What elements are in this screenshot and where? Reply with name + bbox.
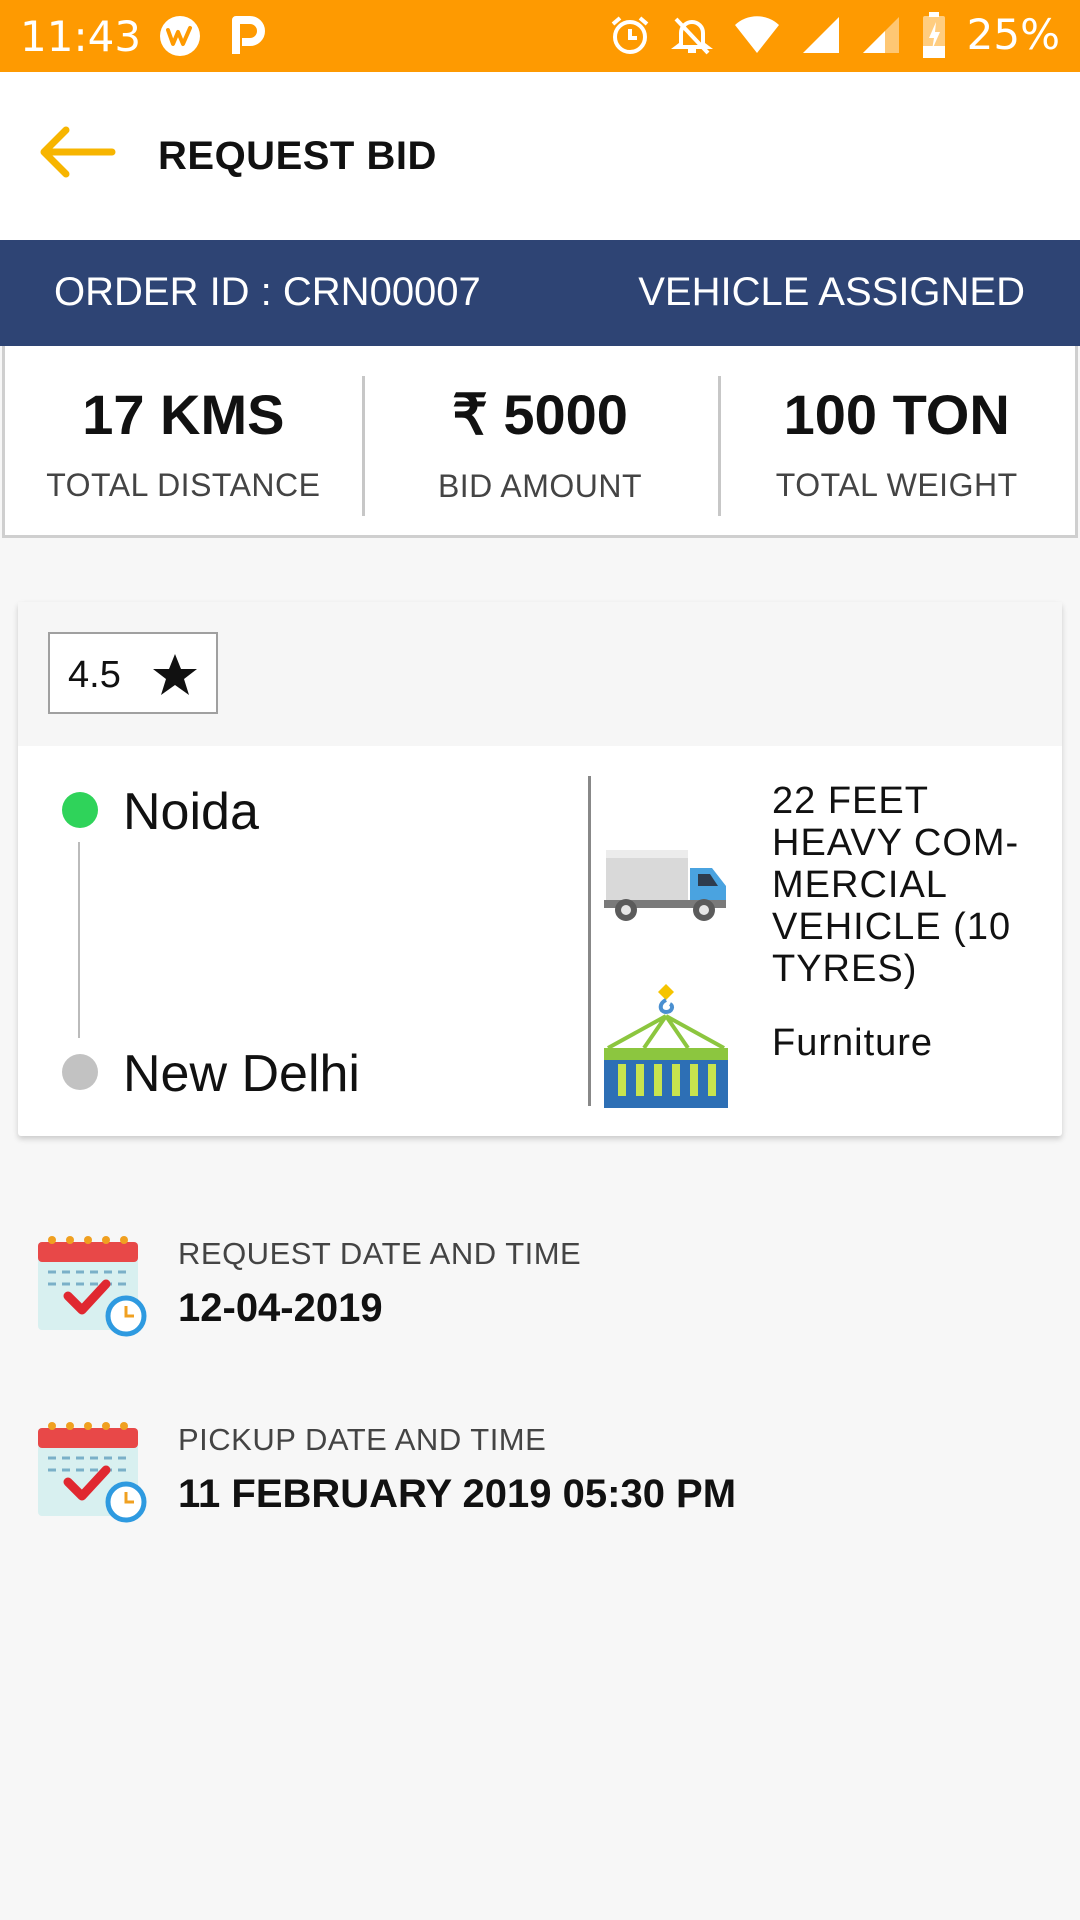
date-label: REQUEST DATE AND TIME (178, 1236, 582, 1271)
app-bar: REQUEST BID (0, 72, 1080, 240)
stat-total-weight: 100 TON TOTAL WEIGHT (718, 346, 1075, 535)
order-detail-card[interactable]: 4.5 Noida New Delhi 22 FEET HEAVY COM- M… (18, 602, 1062, 1136)
order-stats: 17 KMS TOTAL DISTANCE ₹ 5000 BID AMOUNT … (2, 346, 1078, 538)
status-time: 11:43 (20, 12, 142, 61)
stat-label: BID AMOUNT (437, 468, 643, 504)
vehicle-type-line: HEAVY COM- (772, 822, 1020, 864)
rating-badge: 4.5 (48, 632, 218, 714)
status-bar: 11:43 25% (0, 0, 1080, 72)
destination-city: New Delhi (123, 1045, 360, 1103)
origin-dot (62, 792, 98, 828)
alarm-icon (611, 15, 648, 54)
destination-dot (62, 1054, 98, 1090)
app-p-icon (224, 14, 268, 58)
back-button[interactable] (36, 122, 120, 182)
battery-percent: 25% (966, 10, 1060, 59)
card-divider (588, 776, 591, 1106)
goods-type: Furniture (772, 1022, 934, 1064)
vehicle-type: 22 FEET HEAVY COM- MERCIAL VEHICLE (10 T… (772, 780, 1042, 990)
vehicle-type-line: VEHICLE (10 (772, 906, 1012, 948)
signal-icon (802, 16, 839, 53)
cargo-container-icon (604, 984, 728, 1108)
vehicle-type-line: 22 FEET (772, 780, 929, 822)
stat-value: 100 TON (783, 383, 1010, 446)
page-title: REQUEST BID (158, 134, 437, 178)
wifi-icon (734, 15, 779, 53)
origin-city: Noida (123, 783, 259, 841)
pickup-date-row: PICKUP DATE AND TIME 11 FEBRUARY 2019 05… (38, 1416, 1038, 1536)
app-w-icon (158, 14, 202, 58)
stat-total-distance: 17 KMS TOTAL DISTANCE (5, 346, 362, 535)
date-value: 12-04-2019 (178, 1286, 383, 1330)
stat-bid-amount: ₹ 5000 BID AMOUNT (361, 346, 719, 535)
card-header: 4.5 (18, 602, 1062, 746)
signal-weak-icon (862, 16, 899, 53)
arrow-left-icon (40, 126, 116, 178)
bell-off-icon (670, 17, 713, 54)
vehicle-type-line: TYRES) (772, 948, 918, 990)
notification-icons (158, 14, 268, 58)
calendar-clock-icon (38, 1422, 147, 1523)
rating-value: 4.5 (68, 654, 121, 696)
order-banner: ORDER ID : CRN00007 VEHICLE ASSIGNED (0, 240, 1080, 346)
order-id: ORDER ID : CRN00007 (54, 270, 481, 314)
truck-icon (604, 850, 726, 921)
stat-label: TOTAL WEIGHT (775, 467, 1018, 503)
route-line (78, 842, 80, 1038)
order-status: VEHICLE ASSIGNED (638, 270, 1025, 314)
vehicle-type-line: MERCIAL (772, 864, 948, 906)
date-value: 11 FEBRUARY 2019 05:30 PM (178, 1472, 737, 1516)
battery-charging-icon (922, 11, 945, 58)
stat-label: TOTAL DISTANCE (46, 467, 321, 503)
request-date-row: REQUEST DATE AND TIME 12-04-2019 (38, 1230, 1038, 1350)
calendar-clock-icon (38, 1236, 147, 1337)
stat-value: 17 KMS (82, 383, 285, 446)
system-icons: 25% (609, 10, 1060, 59)
stat-value: ₹ 5000 (452, 383, 628, 446)
date-label: PICKUP DATE AND TIME (178, 1422, 547, 1457)
star-icon (153, 654, 197, 695)
